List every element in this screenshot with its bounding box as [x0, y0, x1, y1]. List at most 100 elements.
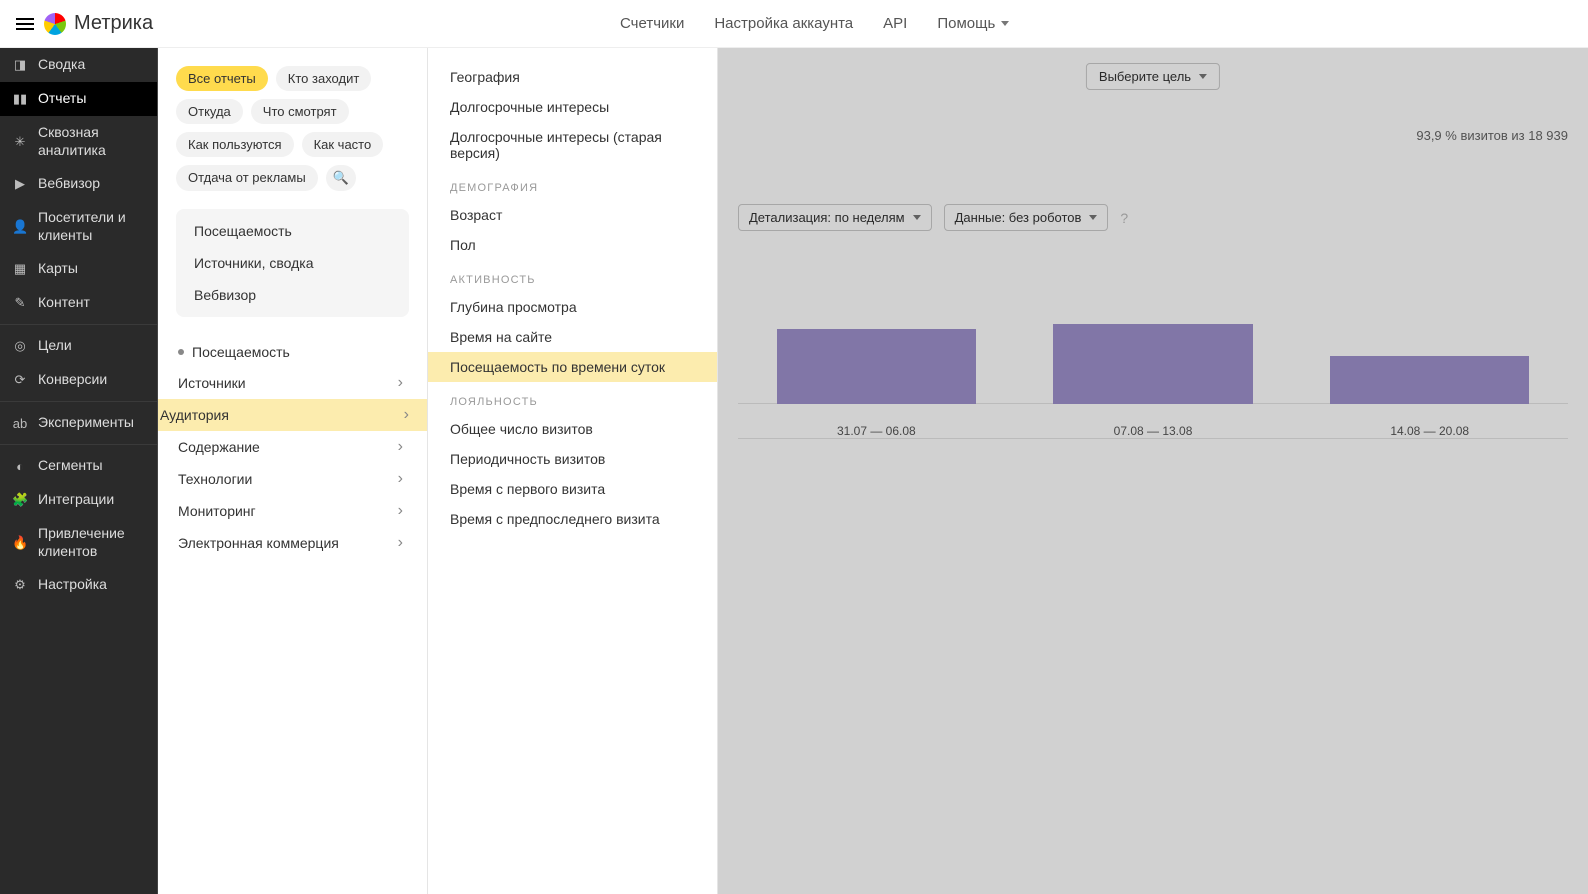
chip-3[interactable]: Что смотрят: [251, 99, 349, 124]
sidebar-icon: ✎: [12, 295, 28, 311]
sidebar-label: Посетители и клиенты: [38, 209, 145, 244]
sidebar-item-4[interactable]: 👤 Посетители и клиенты: [0, 201, 157, 252]
sidebar: ◨Сводка ▮▮ Отчеты ✳ Сквозная аналитика ▶ Вебви…: [0, 48, 158, 894]
sidebar-item-16[interactable]: ⚙Настройка: [0, 568, 157, 602]
chip-6[interactable]: Отдача от рекламы: [176, 165, 318, 191]
top-nav: Счетчики Настройка аккаунта API Помощь: [620, 15, 1009, 32]
search-icon[interactable]: 🔍: [326, 165, 356, 191]
quick-2[interactable]: Вебвизор: [176, 279, 409, 311]
brand-text: Метрика: [74, 12, 153, 35]
submenu-item-2-0[interactable]: Общее число визитов: [428, 414, 717, 444]
quick-0[interactable]: Посещаемость: [176, 215, 409, 247]
sidebar-icon: ◐: [12, 459, 28, 474]
submenu-item-1-1[interactable]: Время на сайте: [428, 322, 717, 352]
sidebar-icon: ✳: [12, 134, 28, 150]
tree-item-3[interactable]: Содержание ›: [176, 431, 409, 463]
sidebar-item-11[interactable]: abЭксперименты: [0, 406, 157, 440]
sidebar-item-5[interactable]: ▦ Карты: [0, 252, 157, 286]
submenu-pre-0[interactable]: География: [428, 62, 717, 92]
tree-item-1[interactable]: Источники ›: [176, 367, 409, 399]
chevron-down-icon: [1001, 21, 1009, 26]
submenu-pre-2[interactable]: Долгосрочные интересы (старая версия): [428, 122, 717, 168]
sidebar-label: Контент: [38, 294, 145, 312]
header: Метрика Счетчики Настройка аккаунта API …: [0, 0, 1588, 48]
sidebar-label: Конверсии: [38, 371, 145, 389]
bullet-icon: [178, 349, 184, 355]
sidebar-icon: ▮▮: [12, 91, 28, 107]
sidebar-icon: ab: [12, 416, 28, 431]
tree-label: Мониторинг: [178, 503, 256, 519]
chevron-right-icon: ›: [404, 406, 409, 424]
submenu-item-2-3[interactable]: Время с предпоследнего визита: [428, 504, 717, 534]
sidebar-item-13[interactable]: ◐ Сегменты: [0, 449, 157, 483]
submenu-item-1-0[interactable]: Глубина просмотра: [428, 292, 717, 322]
chip-1[interactable]: Кто заходит: [276, 66, 372, 91]
sidebar-label: Привлечение клиентов: [38, 525, 145, 560]
sidebar-label: Сквозная аналитика: [38, 124, 145, 159]
filter-chips: Все отчеты Кто заходит Откуда Что смотрят Ка…: [176, 66, 409, 191]
tree-item-4[interactable]: Технологии ›: [176, 463, 409, 495]
tree-item-5[interactable]: Мониторинг ›: [176, 495, 409, 527]
tree-item-2[interactable]: Аудитория ›: [158, 399, 427, 431]
submenu-item-2-1[interactable]: Периодичность визитов: [428, 444, 717, 474]
sidebar-icon: ⚙: [12, 577, 28, 593]
chevron-right-icon: ›: [398, 374, 403, 392]
chevron-right-icon: ›: [398, 470, 403, 488]
sidebar-item-8[interactable]: ◎Цели: [0, 329, 157, 363]
sidebar-icon: ⟳: [12, 372, 28, 388]
chip-5[interactable]: Как часто: [302, 132, 384, 157]
overlay[interactable]: [718, 48, 1588, 894]
sidebar-label: Карты: [38, 260, 145, 278]
chevron-right-icon: ›: [398, 534, 403, 552]
chevron-right-icon: ›: [398, 438, 403, 456]
nav-api[interactable]: API: [883, 15, 907, 32]
sidebar-icon: ▶: [12, 176, 28, 192]
tree-label: Технологии: [178, 471, 252, 487]
nav-counters[interactable]: Счетчики: [620, 15, 684, 32]
submenu-pre-1[interactable]: Долгосрочные интересы: [428, 92, 717, 122]
sidebar-item-3[interactable]: ▶ Вебвизор: [0, 167, 157, 201]
chip-4[interactable]: Как пользуются: [176, 132, 294, 157]
sidebar-label: Сегменты: [38, 457, 145, 475]
hamburger-icon[interactable]: [10, 12, 40, 36]
quick-1[interactable]: Источники, сводка: [176, 247, 409, 279]
report-content: 93,9 % визитов из 18 939 Детализация: по…: [718, 48, 1588, 894]
chevron-right-icon: ›: [398, 502, 403, 520]
sidebar-item-15[interactable]: 🔥Привлечение клиентов: [0, 517, 157, 568]
sidebar-icon: ◎: [12, 338, 28, 354]
sidebar-icon: 👤: [12, 219, 28, 235]
reports-panel: Все отчеты Кто заходит Откуда Что смотрят Ка…: [158, 48, 428, 894]
sidebar-label: Отчеты: [38, 90, 145, 108]
tree-label: Электронная коммерция: [178, 535, 339, 551]
sidebar-label: Интеграции: [38, 491, 145, 509]
sidebar-item-0[interactable]: ◨Сводка: [0, 48, 157, 82]
sidebar-item-2[interactable]: ✳ Сквозная аналитика: [0, 116, 157, 167]
sidebar-icon: ▦: [12, 261, 28, 277]
submenu-item-0-1[interactable]: Пол: [428, 230, 717, 260]
logo[interactable]: Метрика: [44, 12, 153, 35]
tree-label: Аудитория: [160, 407, 229, 423]
tree-label: Посещаемость: [192, 344, 290, 360]
sidebar-icon: 🧩: [12, 492, 28, 508]
submenu-item-0-0[interactable]: Возраст: [428, 200, 717, 230]
tree-item-0[interactable]: Посещаемость: [176, 337, 409, 367]
submenu-item-1-2[interactable]: Посещаемость по времени суток: [428, 352, 717, 382]
tree-label: Источники: [178, 375, 246, 391]
sidebar-item-6[interactable]: ✎ Контент: [0, 286, 157, 320]
tree-label: Содержание: [178, 439, 260, 455]
nav-help[interactable]: Помощь: [937, 15, 1009, 32]
chip-0[interactable]: Все отчеты: [176, 66, 268, 91]
sidebar-item-9[interactable]: ⟳ Конверсии: [0, 363, 157, 397]
sidebar-icon: ◨: [12, 57, 28, 73]
chip-2[interactable]: Откуда: [176, 99, 243, 124]
submenu-panel: ГеографияДолгосрочные интересыДолгосрочн…: [428, 48, 718, 894]
nav-account-settings[interactable]: Настройка аккаунта: [714, 15, 853, 32]
sidebar-label: Вебвизор: [38, 175, 145, 193]
submenu-group-0: ДЕМОГРАФИЯ: [428, 168, 717, 200]
tree-item-6[interactable]: Электронная коммерция ›: [176, 527, 409, 559]
sidebar-item-14[interactable]: 🧩 Интеграции: [0, 483, 157, 517]
logo-icon: [44, 13, 66, 35]
submenu-item-2-2[interactable]: Время с первого визита: [428, 474, 717, 504]
submenu-group-1: АКТИВНОСТЬ: [428, 260, 717, 292]
sidebar-item-1[interactable]: ▮▮ Отчеты: [0, 82, 157, 116]
